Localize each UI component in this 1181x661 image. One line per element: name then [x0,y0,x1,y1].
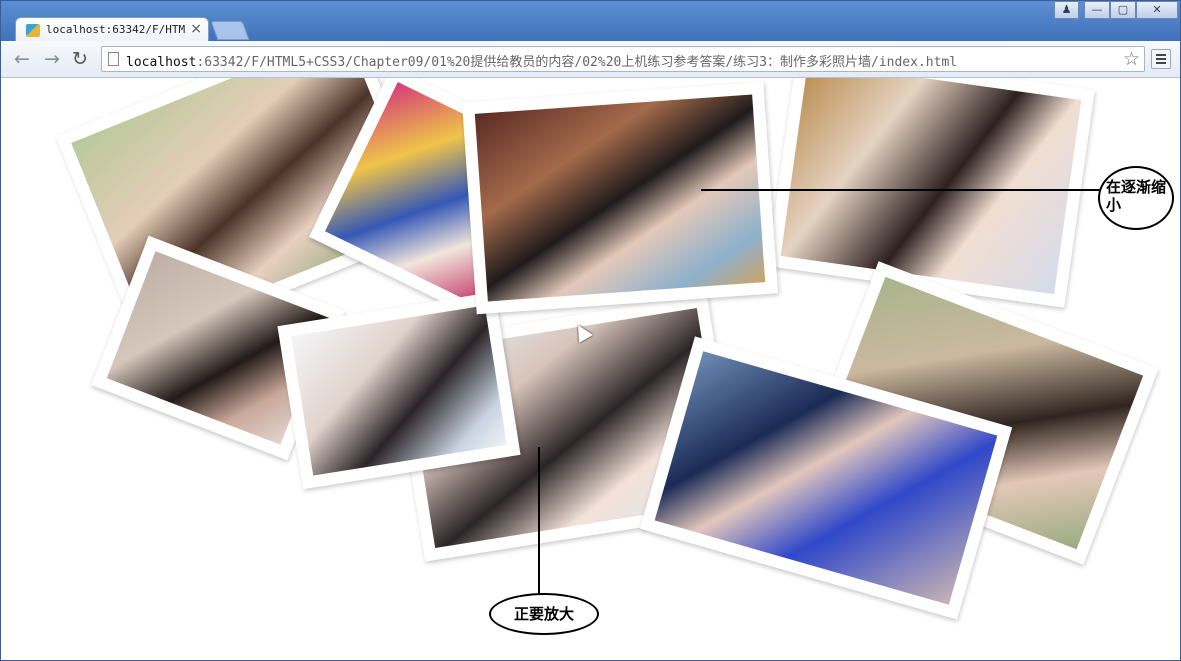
callout-line-shrinking [701,189,1101,191]
page-viewport: 在逐渐缩小 正要放大 [1,78,1180,660]
webstorm-favicon-icon [26,24,40,37]
tab-close-icon[interactable]: × [190,21,202,37]
photo-image [291,305,507,476]
callout-line-enlarging [538,447,540,595]
title-bar: localhost:63342/F/HTML5 × ♟ — ▢ ✕ [1,1,1180,42]
bookmark-star-icon[interactable]: ☆ [1123,48,1140,70]
minimize-button[interactable]: — [1084,1,1110,19]
browser-window: localhost:63342/F/HTML5 × ♟ — ▢ ✕ ← → ↻ … [0,0,1181,661]
back-button[interactable]: ← [11,48,33,70]
maximize-button[interactable]: ▢ [1110,1,1136,19]
url-text[interactable]: localhost:63342/F/HTML5+CSS3/Chapter09/0… [126,51,957,70]
reload-button[interactable]: ↻ [69,48,91,70]
tab-title: localhost:63342/F/HTML5 [46,23,186,36]
new-tab-button[interactable] [210,21,250,40]
forward-button[interactable]: → [41,48,63,70]
url-host: localhost [126,55,197,70]
menu-bar-icon [1156,62,1166,64]
photo-image [780,78,1082,295]
photo-card[interactable] [767,78,1095,308]
menu-bar-icon [1156,54,1166,56]
chrome-menu-button[interactable] [1151,49,1171,69]
page-icon [108,52,119,66]
browser-toolbar: ← → ↻ localhost:63342/F/HTML5+CSS3/Chapt… [1,41,1180,78]
menu-bar-icon [1156,58,1166,60]
photo-image [474,94,766,302]
close-window-button[interactable]: ✕ [1136,1,1178,19]
photo-card[interactable] [277,291,521,490]
callout-shrinking: 在逐渐缩小 [1098,166,1174,230]
callout-enlarging: 正要放大 [489,593,599,635]
url-path: :63342/F/HTML5+CSS3/Chapter09/01%20提供给教员… [196,55,958,70]
user-profile-button[interactable]: ♟ [1054,1,1079,19]
browser-tab[interactable]: localhost:63342/F/HTML5 × [15,17,209,42]
photo-card-shrinking[interactable] [461,81,779,315]
address-bar[interactable]: localhost:63342/F/HTML5+CSS3/Chapter09/0… [101,46,1145,72]
